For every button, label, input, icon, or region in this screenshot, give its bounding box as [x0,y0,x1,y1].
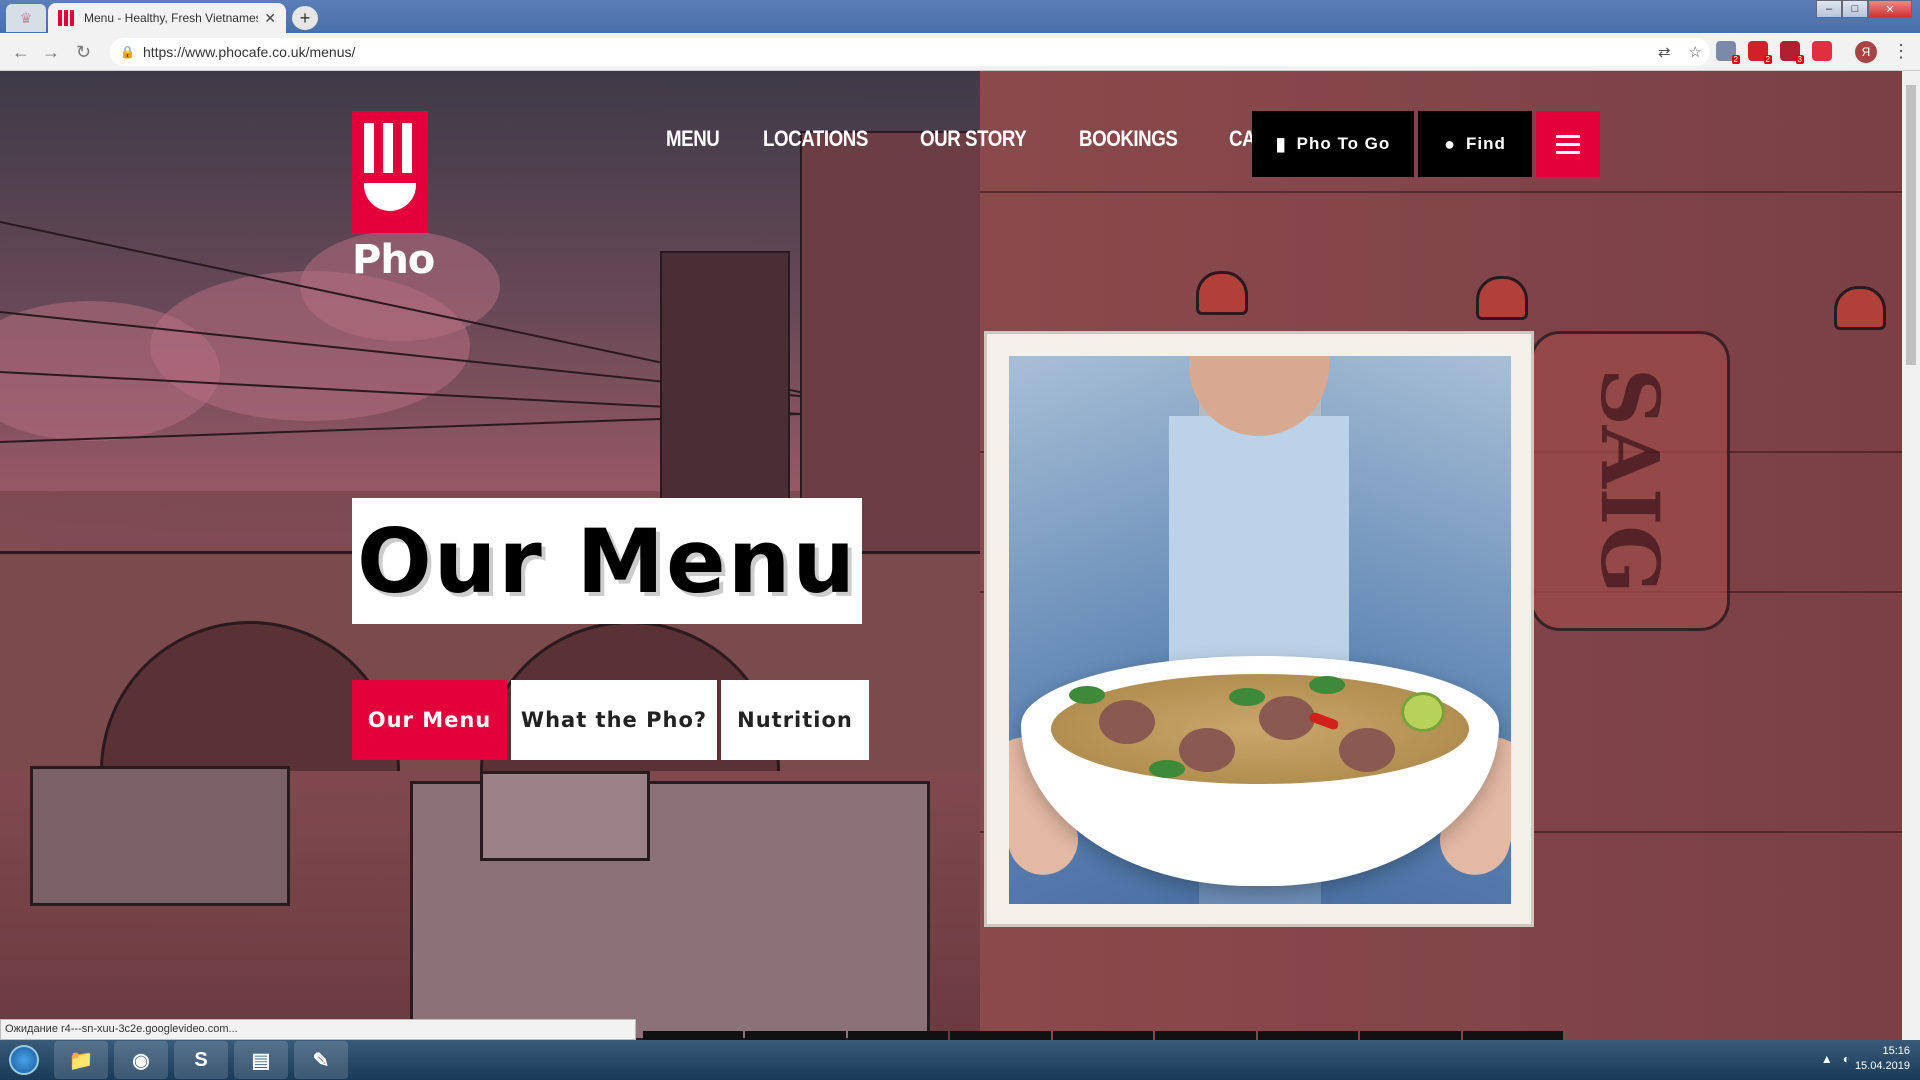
pho-logo[interactable] [352,111,428,233]
clock-date: 15.04.2019 [1854,1060,1910,1072]
windows-taskbar: 📁 ◉ S ▤ ✎ ▲ ◐ 15:16 15.04.2019 [0,1040,1920,1080]
translate-icon[interactable]: ⇄ [1658,43,1671,61]
extension-icons: 2 2 3 [1716,41,1832,64]
tab-title: Menu - Healthy, Fresh Vietnamese [84,11,259,25]
nav-locations[interactable]: LOCATIONS [763,126,868,152]
ext-3-icon[interactable]: 3 [1780,41,1804,64]
tab-what-the-pho[interactable]: What the Pho? [511,680,717,760]
tab-nutrition[interactable]: Nutrition [721,680,869,760]
illustration-lamp [1476,276,1528,320]
forward-icon[interactable]: → [42,42,60,63]
bookmark-star-icon[interactable]: ☆ [1689,43,1702,61]
illustration-crates [30,766,290,906]
url-text[interactable]: https://www.phocafe.co.uk/menus/ [143,44,355,60]
close-window-button[interactable]: ✕ [1868,0,1912,18]
pho-favicon-icon [58,10,76,26]
pho-to-go-button[interactable]: ▮ Pho To Go [1252,111,1414,177]
pho-bowl-photo [1009,356,1511,904]
page-content: SAIG Pho MENU LOCATIONS OUR STORY BOOKIN… [0,71,1902,1040]
omnibox-icons: ⇄ ☆ [1658,38,1710,66]
maximize-button[interactable]: □ [1842,0,1868,18]
browser-tab[interactable]: Menu - Healthy, Fresh Vietnamese ✕ [48,3,286,33]
extension-badge: 2 [1731,55,1740,64]
loading-progress [643,1031,1563,1040]
browser-status-bar: Ожидание r4---sn-xuu-3c2e.googlevideo.co… [0,1019,636,1040]
address-bar-row: ← → ↻ 🔒 https://www.phocafe.co.uk/menus/… [0,33,1920,71]
menu-subtabs: Our Menu What the Pho? Nutrition [352,680,869,760]
hamburger-icon [1556,134,1580,138]
clock-time: 15:16 [1882,1045,1910,1057]
ext-2-icon[interactable]: 2 [1748,41,1772,64]
browser-tab-bar: ♛ Menu - Healthy, Fresh Vietnamese ✕ + –… [0,0,1920,33]
nav-our-story[interactable]: OUR STORY [920,126,1027,152]
nav-bookings[interactable]: BOOKINGS [1079,126,1178,152]
hero-title-box: Our Menu [352,498,862,624]
new-tab-button[interactable]: + [292,6,318,30]
back-icon[interactable]: ← [12,42,30,63]
logo-bowl-icon [364,183,416,211]
pho-to-go-label: Pho To Go [1296,134,1391,153]
tray-network-icon[interactable]: ◐ [1843,1052,1850,1066]
system-tray-icons: ▲ ◐ [1821,1052,1850,1066]
find-button[interactable]: ● Find [1418,111,1532,177]
scroll-thumb[interactable] [1906,85,1916,365]
minimize-button[interactable]: – [1816,0,1842,18]
main-nav: MENU LOCATIONS OUR STORY BOOKINGS CAREER… [666,126,1333,152]
browser-menu-icon[interactable]: ⋮ [1892,41,1910,62]
taskbar-document[interactable]: ▤ [234,1041,288,1079]
start-button[interactable] [0,1041,48,1079]
ext-1-icon[interactable]: 2 [1716,41,1740,64]
extension-badge: 3 [1795,55,1804,64]
taskbar-explorer[interactable]: 📁 [54,1041,108,1079]
system-clock[interactable]: 15:16 15.04.2019 [1855,1044,1910,1074]
nav-menu[interactable]: MENU [666,126,720,152]
page-scrollbar[interactable] [1902,71,1920,1040]
hero-photo-frame [984,331,1534,927]
taskbar-chrome[interactable]: ◉ [114,1041,168,1079]
location-pin-icon: ● [1444,133,1456,154]
reload-icon[interactable]: ↻ [76,42,91,63]
illustration-plank [980,191,1902,193]
tray-arrow-icon[interactable]: ▲ [1821,1052,1833,1066]
illustration-machine-top [480,771,650,861]
bag-icon: ▮ [1275,133,1287,154]
tab-our-menu[interactable]: Our Menu [352,680,507,760]
taskbar-skype[interactable]: S [174,1041,228,1079]
tab-close-icon[interactable]: ✕ [264,10,276,27]
extension-badge: 2 [1763,55,1772,64]
logo-text[interactable]: Pho [352,237,435,283]
page-title: Our Menu [356,509,858,613]
pinned-tab[interactable]: ♛ [6,4,46,32]
illustration-lamp [1196,271,1248,315]
taskbar-paint[interactable]: ✎ [294,1041,348,1079]
illustration-lamp [1834,286,1886,330]
ext-4-icon[interactable] [1812,41,1832,61]
lock-icon[interactable]: 🔒 [120,45,135,59]
logo-chopsticks-icon [364,123,412,173]
find-label: Find [1465,134,1506,153]
profile-avatar[interactable]: Я [1855,41,1877,63]
window-controls: – □ ✕ [1816,0,1912,18]
windows-logo-icon [9,1045,39,1075]
illustration-saigon-sign: SAIG [1530,331,1730,631]
hamburger-menu-button[interactable] [1536,111,1600,177]
omnibox[interactable]: 🔒 https://www.phocafe.co.uk/menus/ ⇄ ☆ [110,38,1710,66]
